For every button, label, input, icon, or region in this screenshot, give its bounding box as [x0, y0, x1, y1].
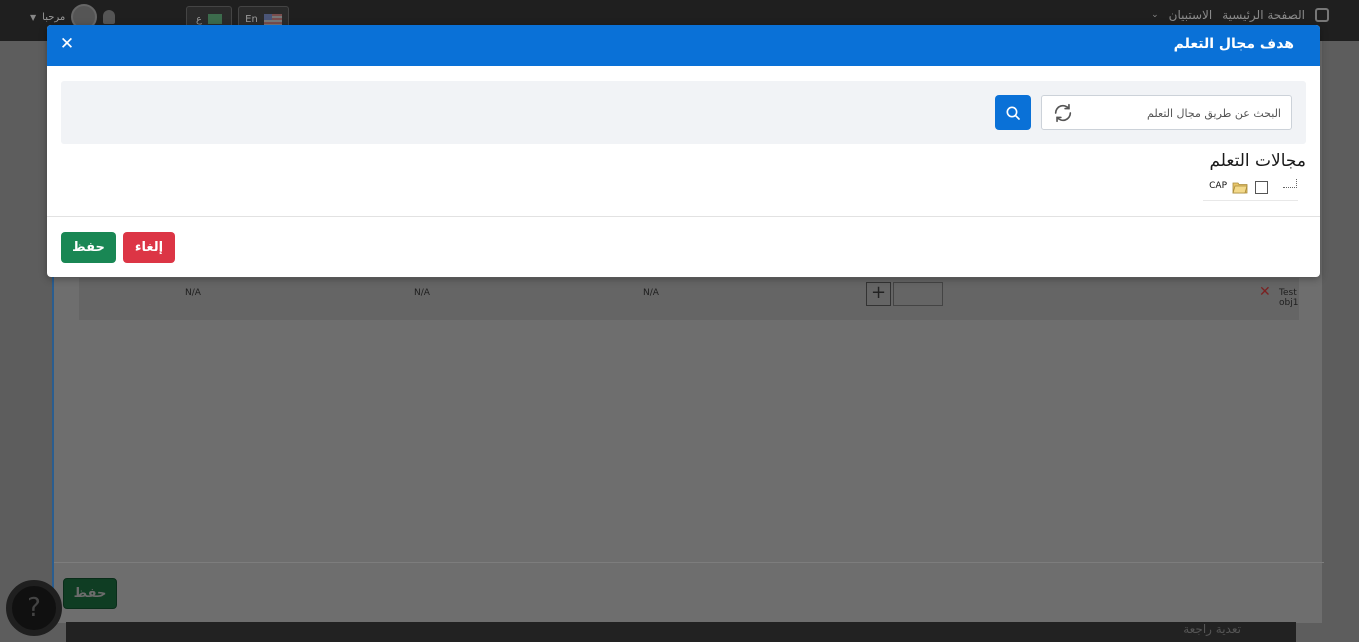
save-button[interactable]: حفظ [61, 232, 116, 263]
breadcrumb: الصفحة الرئيسية الاستبيان ⌄ [1151, 8, 1329, 22]
remove-icon[interactable]: ✕ [1259, 284, 1271, 300]
tree-checkbox[interactable] [1255, 181, 1268, 194]
objective-name: Test obj1 [1279, 288, 1299, 308]
modal-footer-divider [47, 216, 1320, 217]
learning-domain-modal: هدف مجال التعلم ✕ مجالات التعلم [47, 25, 1320, 277]
chevron-down-icon: ⌄ [1151, 10, 1159, 20]
question-icon: ? [27, 593, 41, 623]
modal-title: هدف مجال التعلم [1173, 36, 1294, 52]
search-panel [61, 81, 1306, 144]
chevron-down-icon: ▼ [30, 12, 37, 22]
bottom-bar-text: تعدية راجعة [1183, 622, 1241, 636]
bottom-bar: تعدية راجعة [66, 622, 1296, 642]
table-cell: N/A [643, 288, 659, 298]
language-english-label: En [245, 13, 258, 25]
refresh-icon[interactable] [1052, 102, 1074, 124]
close-icon[interactable]: ✕ [58, 35, 76, 53]
folder-icon [1232, 182, 1248, 194]
tree-connector [1283, 179, 1297, 188]
section-title: مجالات التعلم [1209, 151, 1306, 171]
divider [54, 562, 1324, 563]
saudi-flag-icon [207, 14, 222, 24]
bell-icon[interactable] [103, 10, 116, 24]
table-row: N/A N/A N/A + ✕ Test obj1 [79, 278, 1299, 320]
nav-home-link[interactable]: الصفحة الرئيسية [1222, 8, 1305, 22]
search-input[interactable] [1101, 104, 1281, 122]
value-input[interactable] [893, 282, 943, 306]
modal-header: هدف مجال التعلم ✕ [47, 25, 1320, 66]
tree-item: CAP [1203, 175, 1298, 201]
nav-survey-link[interactable]: الاستبيان [1169, 8, 1213, 22]
us-flag-icon [263, 13, 282, 25]
add-button[interactable]: + [866, 282, 891, 306]
tree-item-label[interactable]: CAP [1209, 181, 1227, 191]
cancel-button[interactable]: إلغاء [123, 232, 175, 263]
help-button[interactable]: ? [6, 580, 62, 636]
search-icon [1006, 106, 1020, 120]
home-icon [1315, 8, 1329, 22]
table-cell: N/A [185, 288, 201, 298]
greeting-text: مرحبا [42, 11, 66, 23]
page-save-button[interactable]: حفظ [63, 578, 117, 609]
language-arabic-label: ع [196, 13, 202, 25]
table-cell: N/A [414, 288, 430, 298]
search-field [1041, 95, 1292, 130]
search-button[interactable] [995, 95, 1031, 130]
